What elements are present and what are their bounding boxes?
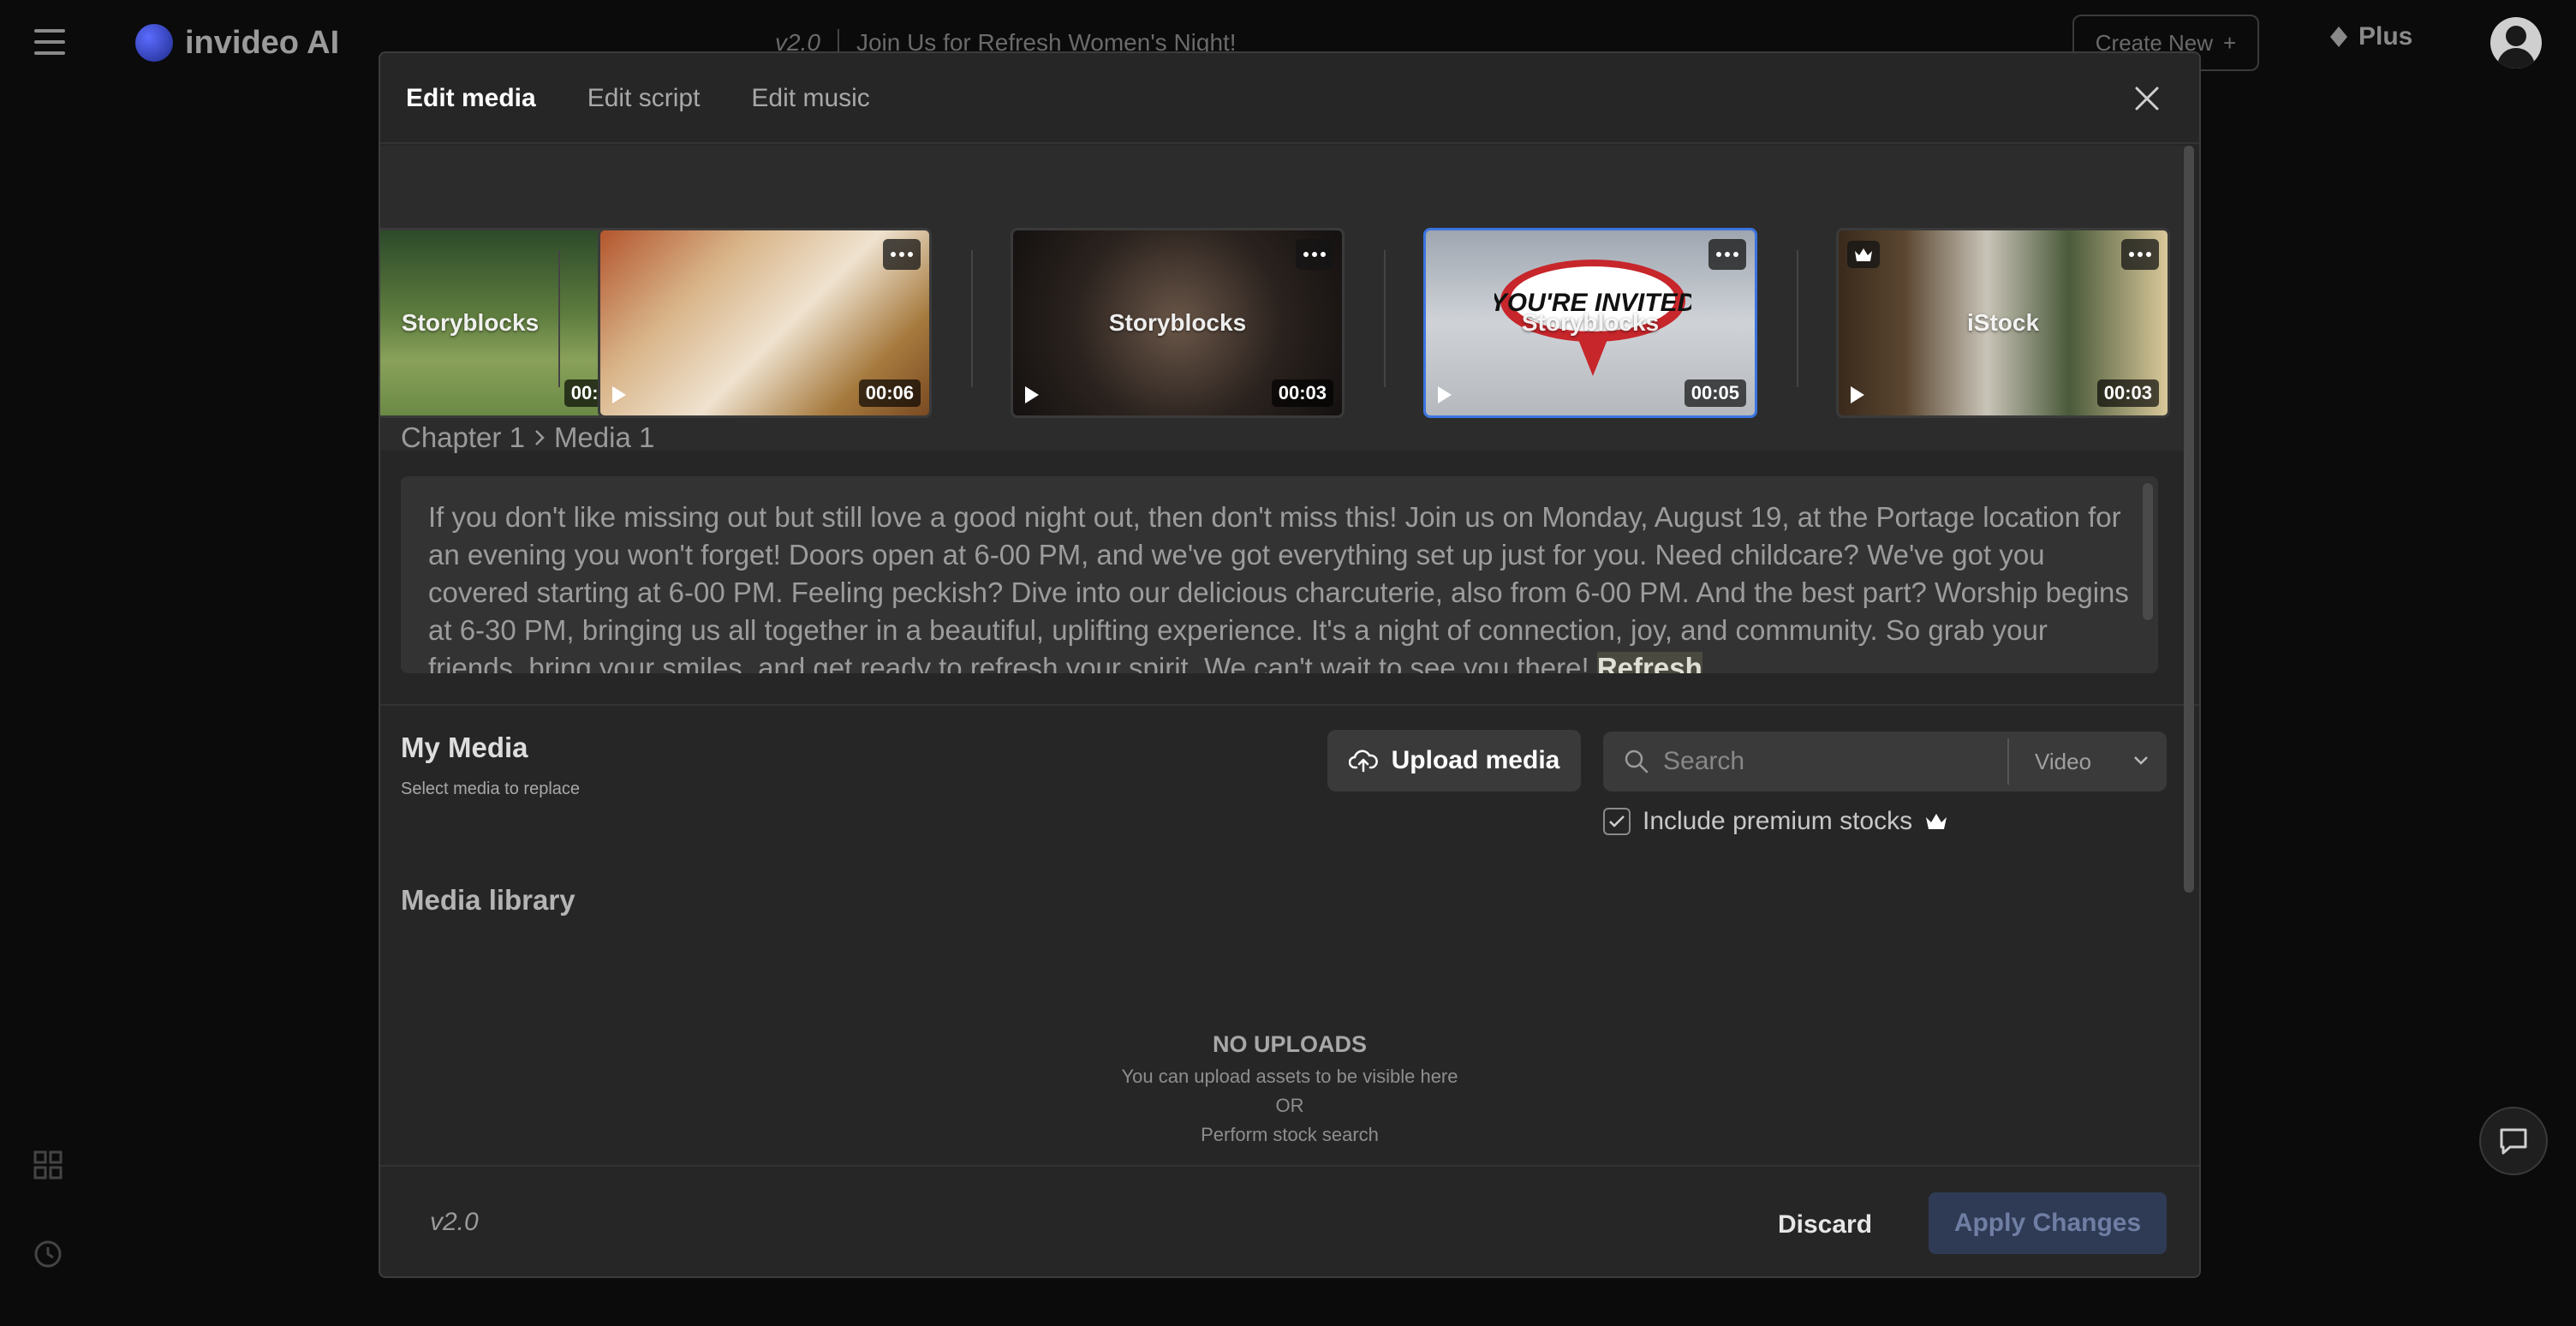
- play-icon[interactable]: [1025, 386, 1039, 403]
- search-input[interactable]: [1663, 747, 1995, 776]
- modal-tabs: Edit media Edit script Edit music: [406, 84, 870, 113]
- play-icon[interactable]: [1851, 386, 1864, 403]
- media-type-value: Video: [2035, 748, 2092, 774]
- thumbnail-separator: [558, 250, 560, 387]
- premium-crown-icon: [1926, 814, 1947, 829]
- close-icon[interactable]: [2132, 84, 2162, 113]
- thumbnail-duration: 00:06: [858, 379, 921, 407]
- thumbnail-separator: [971, 250, 973, 387]
- stock-search-bar: Video: [1603, 732, 2167, 791]
- media-thumbnail[interactable]: Storyblocks 00:03: [1011, 228, 1345, 418]
- apply-changes-button[interactable]: Apply Changes: [1929, 1192, 2167, 1254]
- empty-or: OR: [1275, 1095, 1304, 1116]
- footer-version: v2.0: [430, 1208, 479, 1236]
- premium-crown-icon: [1847, 241, 1880, 268]
- modal-scrollbar[interactable]: [2184, 146, 2194, 893]
- user-avatar[interactable]: [2490, 17, 2542, 69]
- section-divider: [380, 704, 2199, 706]
- premium-checkbox[interactable]: [1603, 808, 1631, 835]
- script-text-area[interactable]: If you don't like missing out but still …: [401, 476, 2158, 673]
- plus-icon: +: [2223, 29, 2237, 56]
- discard-button[interactable]: Discard: [1778, 1198, 1872, 1252]
- play-icon[interactable]: [612, 386, 626, 403]
- history-icon[interactable]: [33, 1239, 63, 1269]
- modal-footer: v2.0 Discard Apply Changes: [380, 1165, 2199, 1276]
- thumbnail-source: iStock: [1966, 309, 2040, 336]
- script-scrollbar[interactable]: [2143, 483, 2153, 620]
- play-icon[interactable]: [1438, 386, 1452, 403]
- thumbnail-duration: 00:03: [1271, 379, 1333, 407]
- premium-label: Include premium stocks: [1643, 807, 1913, 835]
- breadcrumb-chapter[interactable]: Chapter 1: [401, 421, 525, 454]
- chat-icon: [2500, 1128, 2527, 1155]
- media-timeline-strip: Storyblocks 00:04 00:06 Storyblocks 00:0…: [380, 146, 2185, 451]
- media-thumbnail[interactable]: iStock 00:03: [1836, 228, 2170, 418]
- premium-stocks-toggle[interactable]: Include premium stocks: [1603, 807, 1948, 836]
- more-options-icon[interactable]: [1708, 239, 1746, 270]
- tab-edit-music[interactable]: Edit music: [751, 84, 869, 113]
- logo-icon: [135, 24, 173, 62]
- thumbnail-source: Storyblocks: [1108, 309, 1247, 336]
- my-media-subtitle: Select media to replace: [401, 779, 581, 798]
- thumbnail-source: Storyblocks: [1521, 309, 1660, 336]
- empty-title: NO UPLOADS: [1212, 1031, 1367, 1057]
- more-options-icon[interactable]: [883, 239, 921, 270]
- diamond-icon: [2330, 27, 2347, 47]
- thumbnail-duration: 00:03: [2096, 379, 2159, 407]
- checkmark-icon: [1609, 815, 1625, 827]
- media-type-select[interactable]: Video: [2007, 738, 2167, 785]
- upload-media-button[interactable]: Upload media: [1327, 730, 1581, 791]
- chevron-right-icon: [535, 430, 545, 445]
- script-paragraph: If you don't like missing out but still …: [428, 499, 2131, 673]
- modal-header: Edit media Edit script Edit music: [380, 53, 2199, 144]
- plan-label: Plus: [2358, 22, 2413, 51]
- empty-stock-hint: Perform stock search: [1201, 1124, 1379, 1145]
- search-icon: [1625, 750, 1649, 774]
- thumbnail-separator: [1797, 250, 1798, 387]
- script-highlight: Refresh: [1596, 652, 1702, 673]
- thumbnail-source: Storyblocks: [401, 309, 540, 336]
- chevron-down-icon: [2134, 756, 2148, 765]
- breadcrumb-media: Media 1: [553, 421, 655, 453]
- more-options-icon[interactable]: [1296, 239, 1333, 270]
- breadcrumb: Chapter 1 Media 1: [401, 421, 654, 454]
- more-options-icon[interactable]: [2121, 239, 2159, 270]
- thumbnail-duration: 00:05: [1684, 379, 1746, 407]
- media-thumbnail-selected[interactable]: YOU'RE INVITED Storyblocks 00:05: [1423, 228, 1757, 418]
- thumbnail-separator: [1384, 250, 1386, 387]
- empty-message: You can upload assets to be visible here: [1121, 1066, 1458, 1087]
- tab-edit-media[interactable]: Edit media: [406, 84, 536, 113]
- media-library-title: Media library: [401, 884, 575, 916]
- my-media-title: My Media: [401, 732, 528, 763]
- app-logo[interactable]: invideo AI: [135, 24, 339, 62]
- edit-media-modal: Edit media Edit script Edit music Storyb…: [379, 51, 2201, 1278]
- tab-edit-script[interactable]: Edit script: [587, 84, 701, 113]
- upload-media-label: Upload media: [1391, 746, 1560, 774]
- hamburger-menu-icon[interactable]: [34, 29, 65, 57]
- dashboard-icon[interactable]: [33, 1150, 63, 1180]
- media-thumbnail[interactable]: 00:06: [598, 228, 932, 418]
- chat-support-button[interactable]: [2479, 1107, 2548, 1175]
- cloud-upload-icon: [1348, 750, 1378, 773]
- brand-name: invideo AI: [185, 24, 340, 61]
- plan-badge[interactable]: Plus: [2329, 22, 2412, 51]
- script-text: If you don't like missing out but still …: [428, 501, 2129, 673]
